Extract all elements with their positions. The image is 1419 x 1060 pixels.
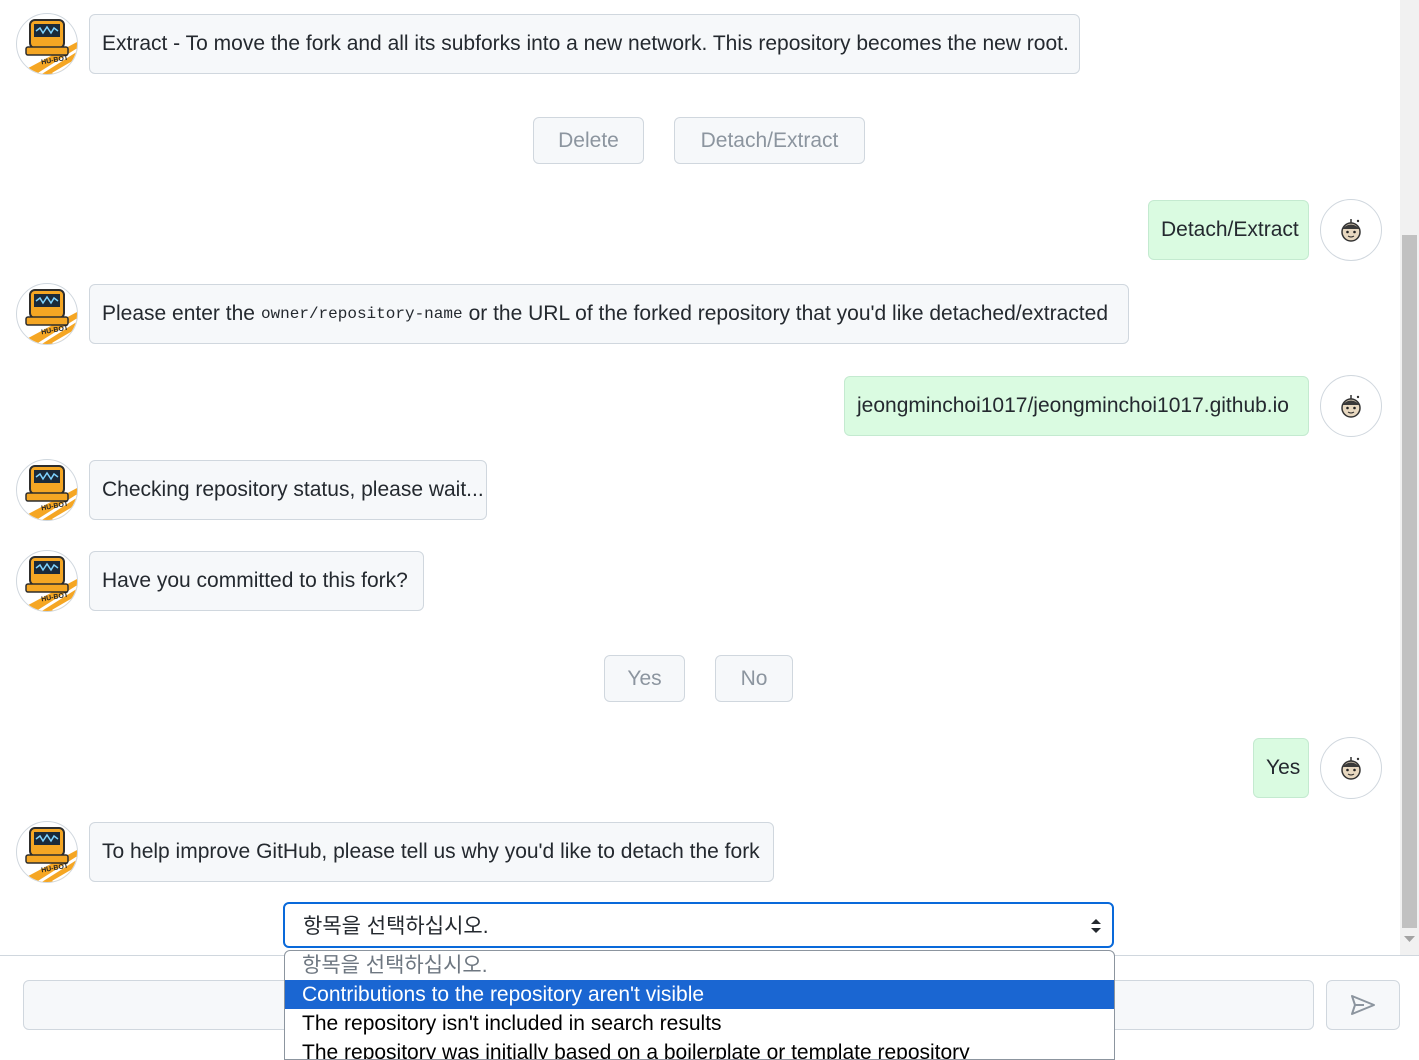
no-button[interactable]: No xyxy=(715,655,793,702)
inline-code: owner/repository-name xyxy=(260,305,463,323)
send-icon xyxy=(1351,995,1375,1015)
chat-scrollbar[interactable] xyxy=(1400,0,1419,955)
robot-icon: HU-BOT xyxy=(17,827,77,882)
robot-icon: HU-BOT xyxy=(17,465,77,520)
scroll-down-arrow-icon[interactable] xyxy=(1404,935,1415,943)
user-message: jeongminchoi1017/jeongminchoi1017.github… xyxy=(844,376,1309,436)
dropdown-option-contributions-not-visible[interactable]: Contributions to the repository aren't v… xyxy=(285,980,1114,1009)
hubot-avatar: HU-BOT xyxy=(16,13,78,75)
user-avatar xyxy=(1320,737,1382,799)
dropdown-option-template-based[interactable]: The repository was initially based on a … xyxy=(285,1038,1114,1059)
delete-button[interactable]: Delete xyxy=(533,117,644,164)
reason-select-value: 항목을 선택하십시오. xyxy=(303,915,489,938)
user-message: Yes xyxy=(1253,738,1309,798)
user-avatar xyxy=(1320,199,1382,261)
scroll-thumb[interactable] xyxy=(1402,235,1417,928)
robot-icon: HU-BOT xyxy=(17,556,77,611)
bot-message: Checking repository status, please wait.… xyxy=(89,460,487,520)
send-button[interactable] xyxy=(1326,980,1400,1030)
select-arrows-icon xyxy=(1091,919,1101,933)
bot-message: To help improve GitHub, please tell us w… xyxy=(89,822,774,882)
chat-transcript: HU-BOT Extract - To move the fork and al… xyxy=(0,0,1400,955)
user-avatar xyxy=(1320,375,1382,437)
reason-select-dropdown[interactable]: 항목을 선택하십시오. Contributions to the reposit… xyxy=(284,950,1115,1060)
reason-select[interactable]: 항목을 선택하십시오. xyxy=(283,902,1114,948)
yes-button[interactable]: Yes xyxy=(604,655,685,702)
detach-extract-button[interactable]: Detach/Extract xyxy=(674,117,865,164)
robot-icon: HU-BOT xyxy=(17,19,77,74)
hubot-avatar: HU-BOT xyxy=(16,821,78,883)
hubot-avatar: HU-BOT xyxy=(16,283,78,345)
user-avatar-icon xyxy=(1341,219,1361,242)
bot-message: Please enter the owner/repository-name o… xyxy=(89,284,1129,344)
robot-icon: HU-BOT xyxy=(17,289,77,344)
hubot-avatar: HU-BOT xyxy=(16,459,78,521)
user-avatar-icon xyxy=(1341,395,1361,418)
hubot-avatar: HU-BOT xyxy=(16,550,78,612)
bot-message: Have you committed to this fork? xyxy=(89,551,424,611)
user-avatar-icon xyxy=(1341,757,1361,780)
user-message: Detach/Extract xyxy=(1148,200,1309,260)
dropdown-option-placeholder[interactable]: 항목을 선택하십시오. xyxy=(285,951,1114,980)
bot-message: Extract - To move the fork and all its s… xyxy=(89,14,1080,74)
dropdown-option-not-in-search[interactable]: The repository isn't included in search … xyxy=(285,1009,1114,1038)
